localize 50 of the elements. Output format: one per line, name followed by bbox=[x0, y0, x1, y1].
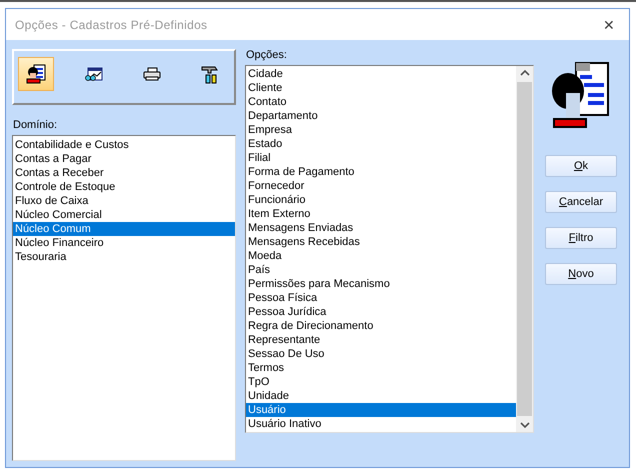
list-item[interactable]: Contato bbox=[246, 95, 516, 109]
list-item[interactable]: Regra de Direcionamento bbox=[246, 319, 516, 333]
domain-label: Domínio: bbox=[13, 119, 58, 131]
list-item[interactable]: Núcleo Comercial bbox=[13, 208, 235, 222]
list-item[interactable]: Empresa bbox=[246, 123, 516, 137]
list-item[interactable]: Termos bbox=[246, 361, 516, 375]
dialog-button[interactable]: Novo bbox=[545, 263, 617, 285]
list-item[interactable]: Cidade bbox=[246, 67, 516, 81]
list-item[interactable]: Cliente bbox=[246, 81, 516, 95]
tools-icon bbox=[201, 64, 219, 84]
list-item[interactable]: Permissões para Mecanismo bbox=[246, 277, 516, 291]
list-item[interactable]: Contabilidade e Custos bbox=[13, 138, 235, 152]
list-item[interactable]: Fornecedor bbox=[246, 179, 516, 193]
list-item[interactable]: Pessoa Jurídica bbox=[246, 305, 516, 319]
list-item[interactable]: Estado bbox=[246, 137, 516, 151]
person-document-icon bbox=[25, 63, 47, 85]
list-item[interactable]: Contas a Pagar bbox=[13, 152, 235, 166]
list-item[interactable]: Item Externo bbox=[246, 207, 516, 221]
list-item[interactable]: Controle de Estoque bbox=[13, 180, 235, 194]
list-item[interactable]: Núcleo Comum bbox=[13, 222, 235, 236]
list-item[interactable]: Tesouraria bbox=[13, 250, 235, 264]
list-item[interactable]: País bbox=[246, 263, 516, 277]
dialog-button[interactable]: Filtro bbox=[545, 227, 617, 249]
toolbar-button[interactable] bbox=[18, 57, 54, 91]
list-item[interactable]: Fluxo de Caixa bbox=[13, 194, 235, 208]
chart-window-icon bbox=[85, 67, 103, 81]
window-title: Opções - Cadastros Pré-Definidos bbox=[15, 18, 208, 32]
scroll-thumb[interactable] bbox=[517, 82, 532, 416]
dialog-button[interactable]: Cancelar bbox=[545, 191, 617, 213]
list-item[interactable]: Usuário Inativo bbox=[246, 417, 516, 431]
list-item[interactable]: Departamento bbox=[246, 109, 516, 123]
close-button[interactable]: ✕ bbox=[603, 16, 615, 32]
list-item[interactable]: Moeda bbox=[246, 249, 516, 263]
list-item[interactable]: Usuário bbox=[246, 403, 516, 417]
list-item[interactable]: Filial bbox=[246, 151, 516, 165]
list-item[interactable]: Sessao De Uso bbox=[246, 347, 516, 361]
list-item[interactable]: Pessoa Física bbox=[246, 291, 516, 305]
list-item[interactable]: TpO bbox=[246, 375, 516, 389]
list-item[interactable]: Forma de Pagamento bbox=[246, 165, 516, 179]
dialog-button[interactable]: Ok bbox=[545, 155, 617, 177]
printer-icon bbox=[143, 67, 161, 81]
scrollbar[interactable] bbox=[516, 66, 533, 432]
options-label: Opções: bbox=[246, 49, 288, 61]
list-item[interactable]: Mensagens Enviadas bbox=[246, 221, 516, 235]
list-item[interactable]: Contas a Receber bbox=[13, 166, 235, 180]
list-item[interactable]: Representante bbox=[246, 333, 516, 347]
list-item[interactable]: Funcionário bbox=[246, 193, 516, 207]
list-item[interactable]: Unidade bbox=[246, 389, 516, 403]
list-item[interactable]: Mensagens Recebidas bbox=[246, 235, 516, 249]
list-item[interactable]: Núcleo Financeiro bbox=[13, 236, 235, 250]
